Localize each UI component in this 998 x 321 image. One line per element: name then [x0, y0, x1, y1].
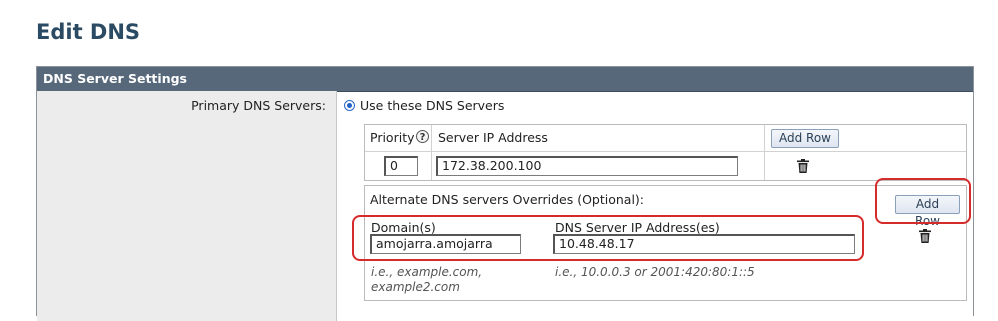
trash-icon[interactable]: [919, 229, 931, 243]
use-dns-servers-label: Use these DNS Servers: [360, 98, 505, 113]
dns-servers-table: Priority ? Server IP Address Add Row 0 1…: [364, 124, 967, 181]
server-ip-input[interactable]: 172.38.200.100: [436, 156, 738, 176]
table-divider: [365, 151, 966, 152]
help-icon[interactable]: ?: [416, 130, 429, 143]
priority-header: Priority: [370, 130, 415, 145]
server-ip-header: Server IP Address: [438, 130, 548, 145]
label-column: Primary DNS Servers:: [37, 91, 337, 321]
dns-settings-panel: DNS Server Settings Primary DNS Servers:…: [36, 66, 974, 321]
add-row-button[interactable]: Add Row: [771, 129, 839, 148]
use-dns-servers-radio[interactable]: [344, 100, 355, 111]
ip-hint: i.e., 10.0.0.3 or 2001:420:80:1::5: [555, 265, 755, 279]
primary-dns-label: Primary DNS Servers:: [191, 98, 326, 113]
priority-input[interactable]: 0: [384, 156, 418, 176]
use-dns-servers-option[interactable]: Use these DNS Servers: [344, 98, 504, 113]
table-divider: [764, 125, 765, 180]
highlight-override-fields: [352, 215, 864, 261]
highlight-add-row: [875, 178, 971, 224]
alternate-dns-title: Alternate DNS servers Overrides (Optiona…: [370, 192, 645, 207]
domain-hint: i.e., example.com, example2.com: [371, 265, 483, 294]
page-title: Edit DNS: [36, 20, 141, 44]
table-divider: [431, 125, 432, 180]
panel-header: DNS Server Settings: [37, 67, 973, 92]
trash-icon[interactable]: [797, 159, 809, 173]
